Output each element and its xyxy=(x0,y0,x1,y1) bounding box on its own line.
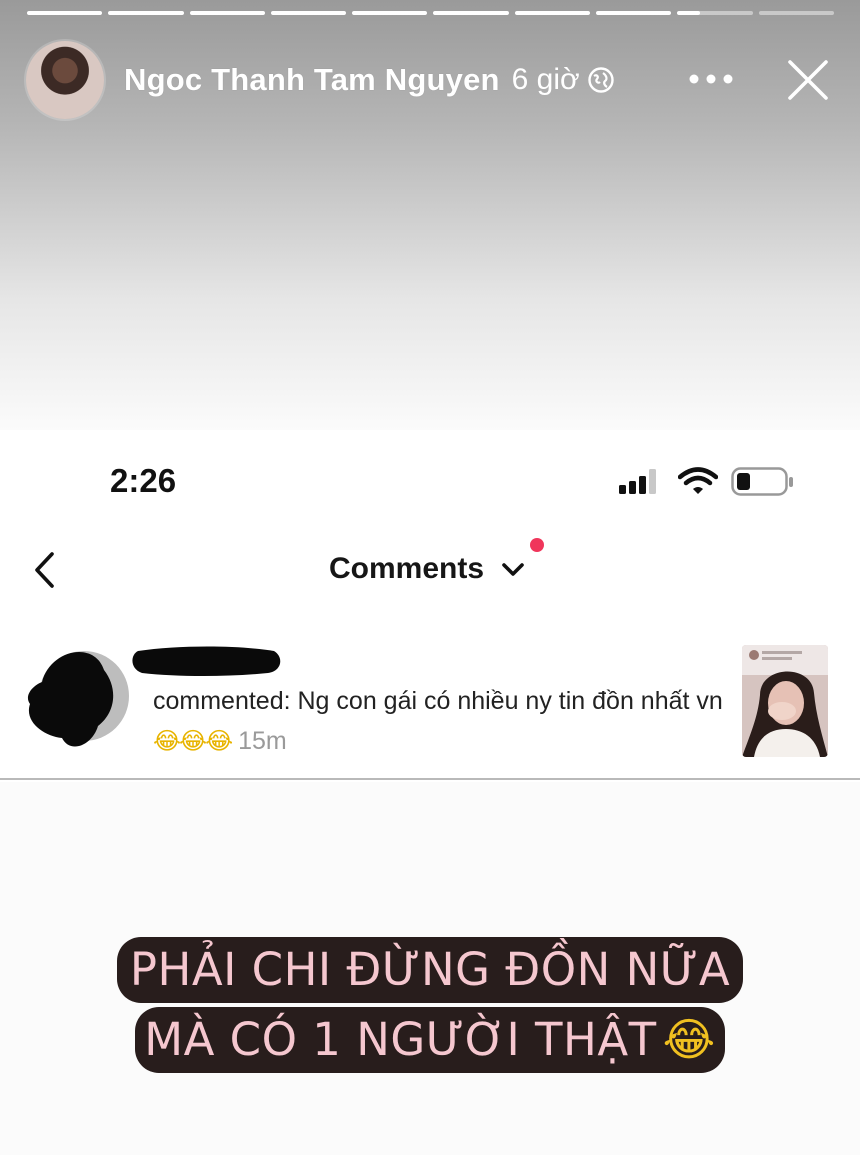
progress-fill xyxy=(352,11,428,15)
thumbnail-image xyxy=(742,645,828,757)
story-user-name[interactable]: Ngoc Thanh Tam Nguyen xyxy=(124,62,500,98)
progress-fill xyxy=(596,11,672,15)
signal-icon xyxy=(619,469,656,494)
progress-segment xyxy=(352,11,428,15)
progress-segment xyxy=(108,11,184,15)
story-progress-bar xyxy=(27,11,834,16)
progress-segment xyxy=(758,11,834,15)
progress-fill xyxy=(677,11,700,15)
laughing-emoji-icon: 😂 xyxy=(662,1013,716,1066)
laughing-emoji-icon: 😂😂😂 xyxy=(153,727,233,755)
status-time: 2:26 xyxy=(110,462,177,499)
caption-line-2-text: MÀ CÓ 1 NGƯỜI THẬT xyxy=(144,1013,657,1066)
progress-segment xyxy=(514,11,591,15)
progress-fill xyxy=(270,11,347,15)
page-title[interactable]: Comments xyxy=(329,552,484,586)
story-caption: PHẢI CHI ĐỪNG ĐỒN NỮA MÀ CÓ 1 NGƯỜI THẬT… xyxy=(117,937,743,1080)
caption-line-1: PHẢI CHI ĐỪNG ĐỒN NỮA xyxy=(117,937,743,1003)
progress-segment xyxy=(596,11,672,15)
progress-fill xyxy=(433,11,509,15)
comment-body: commented: Ng con gái có nhiều ny tin đồ… xyxy=(153,687,723,715)
progress-segment xyxy=(677,11,753,15)
notification-dot xyxy=(530,538,544,552)
progress-fill xyxy=(514,11,591,15)
caption-line-2: MÀ CÓ 1 NGƯỜI THẬT 😂 xyxy=(135,1007,725,1073)
divider xyxy=(0,778,860,780)
progress-fill xyxy=(189,11,265,15)
avatar[interactable] xyxy=(26,41,104,119)
chevron-down-icon[interactable] xyxy=(500,558,526,580)
progress-fill xyxy=(27,11,103,15)
story-time: 6 giờ xyxy=(511,63,580,96)
story-header: Ngoc Thanh Tam Nguyen 6 giờ xyxy=(26,40,834,120)
close-icon[interactable] xyxy=(786,58,830,102)
wifi-icon xyxy=(678,467,718,494)
progress-segment xyxy=(189,11,265,15)
more-options-icon[interactable] xyxy=(686,64,736,94)
back-icon[interactable] xyxy=(30,550,60,590)
video-thumbnail[interactable] xyxy=(742,645,828,757)
redacted-avatar xyxy=(27,651,129,747)
comment-time: 15m xyxy=(238,727,287,755)
comment-text[interactable]: commented: Ng con gái có nhiều ny tin đồ… xyxy=(153,681,723,761)
progress-segment xyxy=(433,11,509,15)
progress-segment xyxy=(270,11,347,15)
battery-icon xyxy=(731,467,793,496)
redacted-username xyxy=(132,646,281,676)
globe-icon xyxy=(587,67,614,93)
progress-segment xyxy=(27,11,103,15)
progress-fill xyxy=(108,11,184,15)
